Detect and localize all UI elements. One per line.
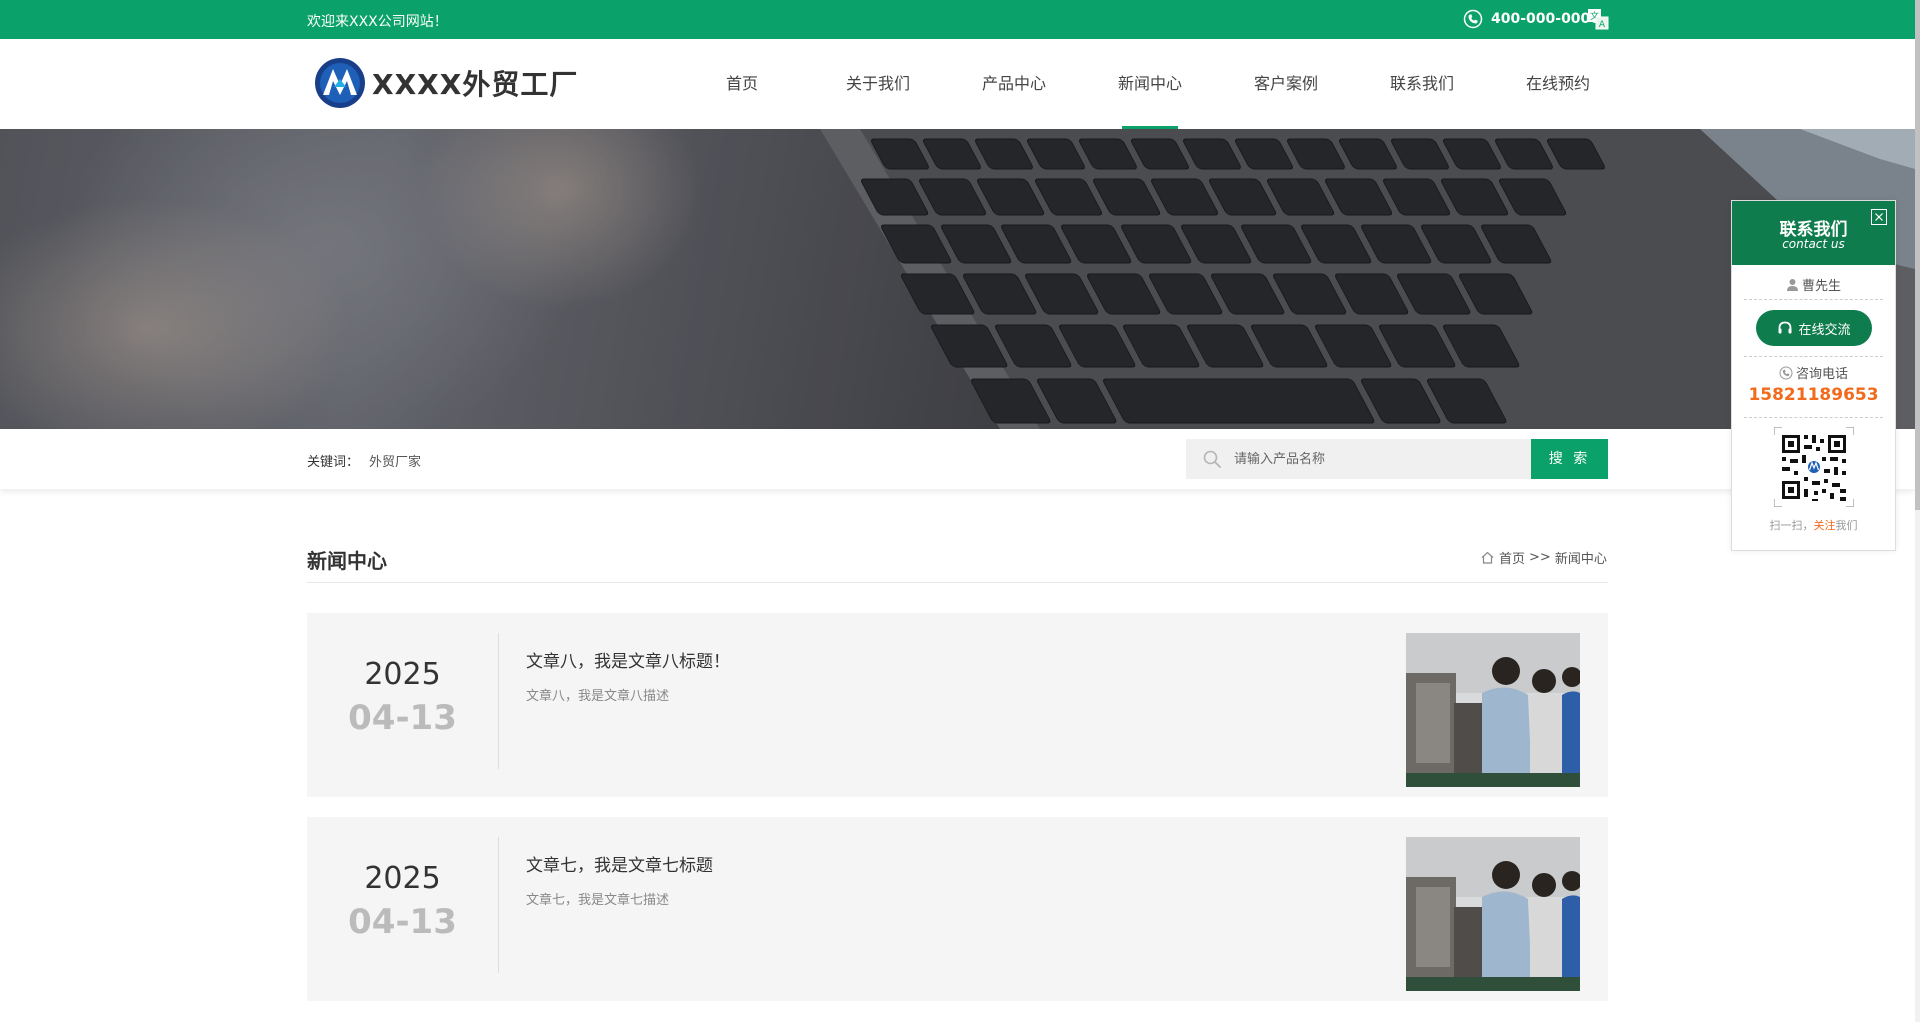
online-chat-label: 在线交流 — [1798, 322, 1851, 338]
news-item[interactable]: 2025 04-13 文章八，我是文章八标题！ 文章八，我是文章八描述 — [307, 613, 1608, 797]
qr-caption-suffix: 我们 — [1835, 519, 1858, 532]
keywords-label: 关键词： — [307, 455, 360, 470]
qr-code-icon — [1774, 427, 1854, 507]
news-year: 2025 — [364, 657, 441, 692]
contact-person-name: 曹先生 — [1801, 279, 1841, 294]
keyword-link[interactable]: 外贸厂家 — [369, 455, 421, 470]
page-title: 新闻中心 — [307, 549, 387, 573]
online-chat-button[interactable]: 在线交流 — [1756, 310, 1872, 346]
headset-icon — [1778, 321, 1792, 334]
nav-item-cases[interactable]: 客户案例 — [1218, 39, 1354, 129]
qr-caption-highlight: 关注 — [1813, 519, 1836, 532]
news-thumbnail[interactable] — [1406, 633, 1580, 787]
divider — [1744, 356, 1883, 357]
breadcrumb-home-link[interactable]: 首页 — [1499, 548, 1525, 567]
qr-caption-prefix: 扫一扫， — [1769, 519, 1814, 532]
page: 欢迎来XXX公司网站！ 400-000-0000 文 A XXXX外贸工厂 首页… — [0, 0, 1920, 1022]
news-title[interactable]: 文章八，我是文章八标题！ — [526, 647, 730, 672]
phone-number: 400-000-0000 — [1491, 11, 1601, 27]
contact-phone-number[interactable]: 15821189653 — [1732, 385, 1895, 405]
news-description: 文章七，我是文章七描述 — [526, 893, 670, 908]
search-box — [1186, 439, 1531, 479]
floating-contact-panel: 联系我们 contact us 曹先生 在线交流 咨询电话 1582118965… — [1731, 200, 1896, 551]
scrollbar-thumb[interactable] — [1915, 0, 1920, 510]
top-bar: 欢迎来XXX公司网站！ 400-000-0000 文 A — [0, 0, 1915, 39]
header: XXXX外贸工厂 首页 关于我们 产品中心 新闻中心 客户案例 联系我们 在线预… — [0, 39, 1915, 129]
news-date: 2025 04-13 — [307, 837, 499, 973]
news-month-day: 04-13 — [348, 902, 457, 942]
logo-text: XXXX外贸工厂 — [372, 68, 579, 101]
news-thumbnail[interactable] — [1406, 837, 1580, 991]
contact-panel-subtitle: contact us — [1782, 237, 1845, 251]
phone-link[interactable]: 400-000-0000 — [1463, 8, 1600, 30]
site-logo[interactable]: XXXX外贸工厂 — [314, 57, 578, 109]
svg-text:A: A — [1599, 20, 1606, 30]
news-description: 文章八，我是文章八描述 — [526, 689, 670, 704]
close-icon[interactable] — [1871, 209, 1887, 225]
banner-laptop-illustration — [0, 129, 1915, 429]
tel-label: 咨询电话 — [1732, 363, 1895, 382]
logo-mark-icon — [315, 58, 365, 108]
nav-item-contact[interactable]: 联系我们 — [1354, 39, 1490, 129]
translate-icon[interactable]: 文 A — [1587, 8, 1609, 30]
nav-item-booking[interactable]: 在线预约 — [1490, 39, 1626, 129]
banner-image — [0, 129, 1915, 429]
divider — [1744, 417, 1883, 418]
search-button[interactable]: 搜 索 — [1531, 439, 1608, 479]
news-month-day: 04-13 — [348, 698, 457, 738]
phone-icon — [1779, 366, 1793, 379]
search-icon — [1203, 450, 1221, 468]
news-date: 2025 04-13 — [307, 633, 499, 769]
home-icon — [1481, 551, 1494, 564]
section-divider — [307, 582, 1608, 583]
breadcrumb: 首页 >> 新闻中心 — [1480, 548, 1607, 567]
nav-item-home[interactable]: 首页 — [674, 39, 810, 129]
main-nav: 首页 关于我们 产品中心 新闻中心 客户案例 联系我们 在线预约 — [674, 39, 1626, 129]
qr-caption: 扫一扫，关注我们 — [1732, 517, 1895, 533]
news-year: 2025 — [364, 861, 441, 896]
nav-item-news[interactable]: 新闻中心 — [1082, 39, 1218, 129]
search-input[interactable] — [1234, 439, 1524, 479]
phone-icon — [1463, 9, 1483, 29]
tel-label-text: 咨询电话 — [1795, 367, 1848, 382]
news-thumbnail-image — [1406, 633, 1580, 787]
news-title[interactable]: 文章七，我是文章七标题 — [526, 851, 713, 876]
user-icon — [1786, 279, 1798, 291]
hot-keywords: 关键词： 外贸厂家 — [307, 451, 421, 470]
contact-person: 曹先生 — [1732, 275, 1895, 294]
news-thumbnail-image — [1406, 837, 1580, 991]
page-scrollbar[interactable] — [1915, 0, 1920, 1022]
contact-panel-header: 联系我们 contact us — [1732, 201, 1895, 265]
breadcrumb-separator: >> — [1529, 550, 1551, 565]
search-strip: 关键词： 外贸厂家 搜 索 — [0, 429, 1915, 489]
nav-item-about[interactable]: 关于我们 — [810, 39, 946, 129]
divider — [1744, 299, 1883, 300]
breadcrumb-current: 新闻中心 — [1554, 552, 1607, 567]
nav-item-products[interactable]: 产品中心 — [946, 39, 1082, 129]
news-item[interactable]: 2025 04-13 文章七，我是文章七标题 文章七，我是文章七描述 — [307, 817, 1608, 1001]
welcome-text: 欢迎来XXX公司网站！ — [307, 14, 448, 30]
